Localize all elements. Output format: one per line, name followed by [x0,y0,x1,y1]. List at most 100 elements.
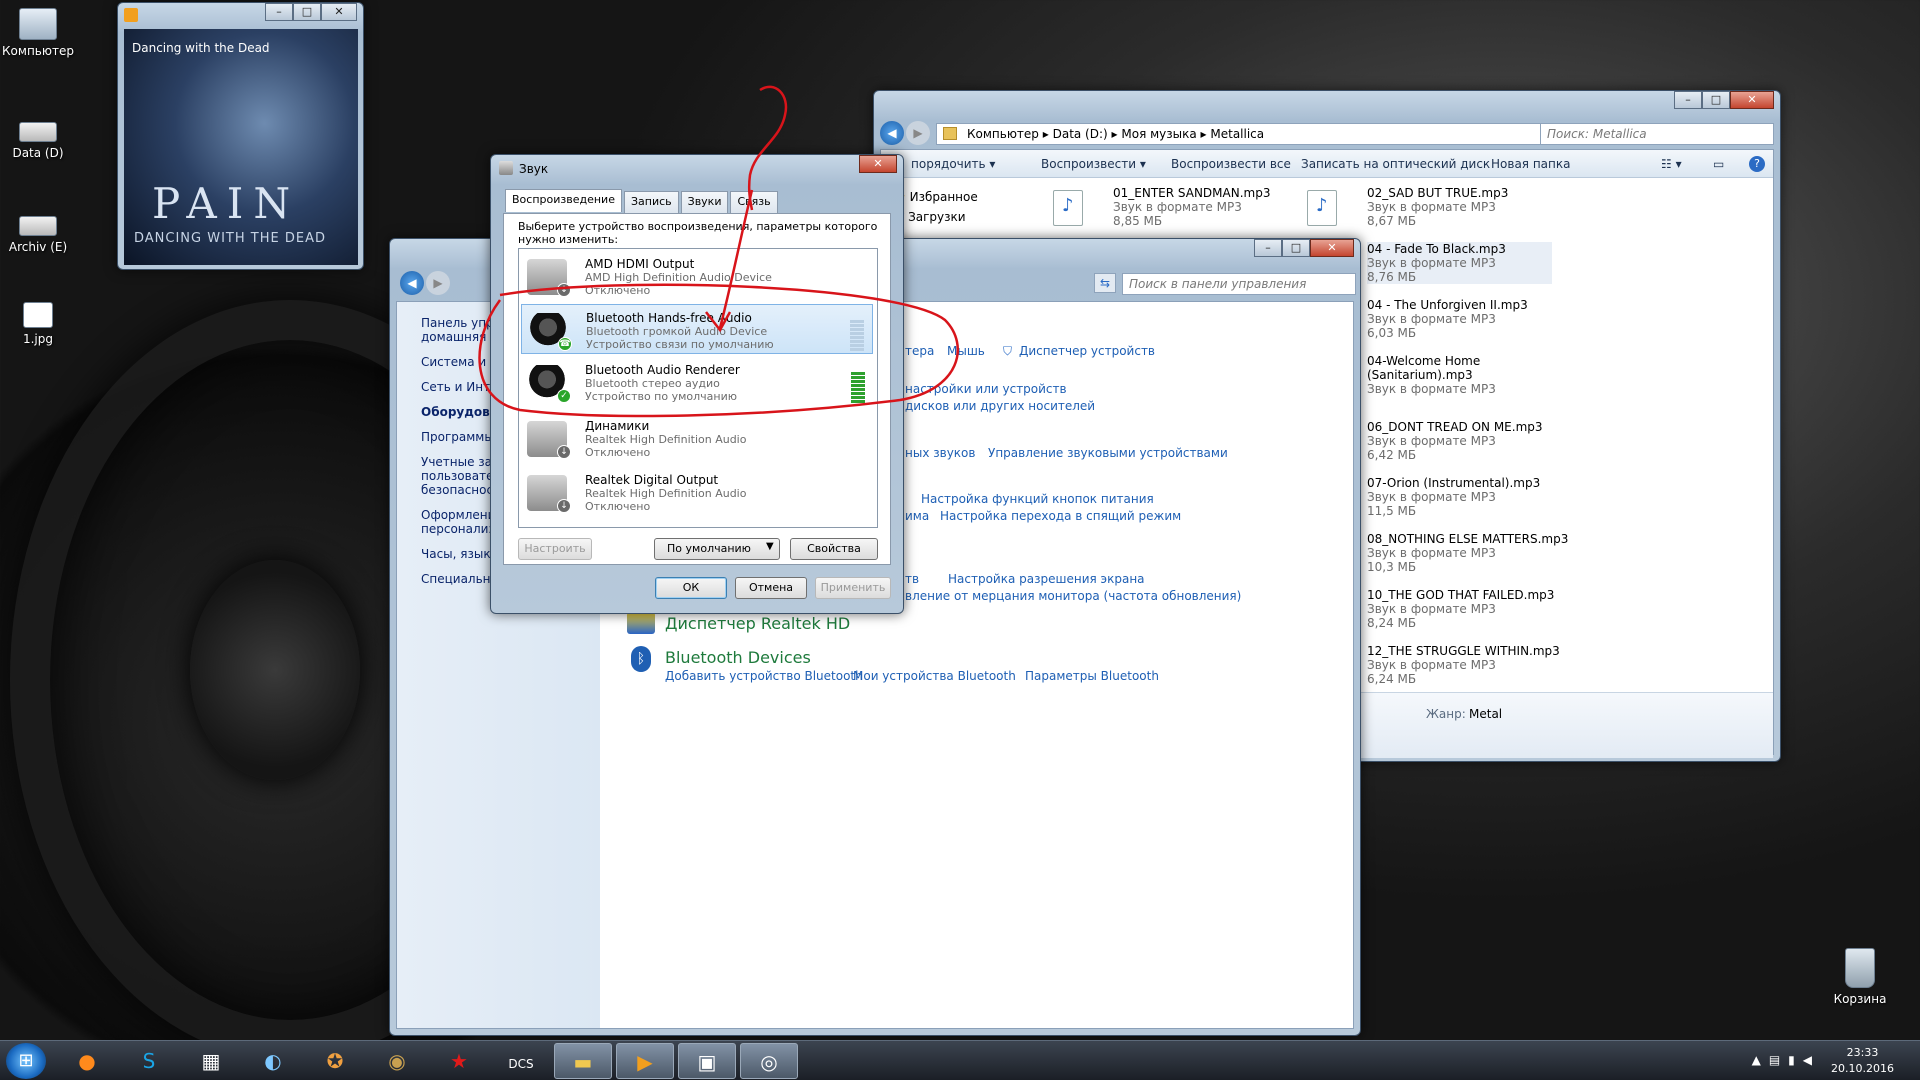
cancel-button[interactable]: Отмена [735,577,807,599]
maximize-button[interactable]: □ [1702,91,1730,109]
minimize-button[interactable]: – [265,3,293,21]
set-default-button[interactable]: По умолчанию [654,538,780,560]
play-all-button[interactable]: Воспроизвести все [1171,157,1291,171]
file-item[interactable]: 10_THE GOD THAT FAILED.mp3 Звук в формат… [1367,588,1554,630]
link-system-sounds[interactable]: ных звуков [905,446,975,460]
link-autoplay[interactable]: дисков или других носителей [905,399,1095,413]
tab-sounds[interactable]: Звуки [680,191,729,214]
media-player-window[interactable]: – □ ✕ Dancing with the Dead PAIN DANCING… [117,2,364,270]
apply-button[interactable]: Применить [815,577,891,599]
back-arrow-icon[interactable]: ◀ [400,271,424,295]
desktop-icon-data-d[interactable]: Data (D) [0,112,76,160]
link-device-manager[interactable]: Диспетчер устройств [1019,344,1155,358]
taskbar-app-5[interactable]: ✪ [306,1043,364,1079]
taskbar-app-6[interactable]: ◉ [368,1043,426,1079]
refresh-icon[interactable]: ⇆ [1094,273,1116,293]
taskbar-firefox[interactable]: ● [58,1043,116,1079]
volume-icon[interactable]: ◀ [1803,1053,1820,1067]
taskbar-control-panel[interactable]: ▣ [678,1043,736,1079]
taskbar-app-3[interactable]: ▦ [182,1043,240,1079]
link-mouse[interactable]: Мышь [947,344,985,358]
back-arrow-icon[interactable]: ◀ [880,121,904,145]
tab-communications[interactable]: Связь [730,191,778,214]
link-power-fragment[interactable]: има [905,509,929,523]
cpanel-search-input[interactable]: Поиск в панели управления [1122,273,1356,295]
nav-downloads[interactable]: ▼ Загрузки [895,210,966,224]
desktop-icon-archiv-e[interactable]: Archiv (E) [0,206,76,254]
breadcrumb-metallica[interactable]: Metallica [1210,127,1264,141]
link-bluetooth-devices[interactable]: Bluetooth Devices [665,648,811,667]
breadcrumb-my-music[interactable]: Моя музыка [1121,127,1196,141]
breadcrumb-data-d[interactable]: Data (D:) [1053,127,1108,141]
breadcrumb-computer[interactable]: Компьютер [967,127,1039,141]
link-bt-params[interactable]: Параметры Bluetooth [1025,669,1159,683]
tab-recording[interactable]: Запись [623,191,679,214]
taskbar-app-7[interactable]: ★ [430,1043,488,1079]
tray-expand-icon[interactable]: ▲ [1752,1053,1769,1067]
link-flicker[interactable]: вление от мерцания монитора (частота обн… [905,589,1241,603]
taskbar-app-8[interactable]: DCS [492,1043,550,1079]
forward-arrow-icon[interactable]: ▶ [426,271,450,295]
taskbar-explorer[interactable]: ▬ [554,1043,612,1079]
network-icon[interactable]: ▮ [1788,1053,1803,1067]
new-folder-button[interactable]: Новая папка [1491,157,1570,171]
link-bt-my-devices[interactable]: Мои устройства Bluetooth [853,669,1016,683]
taskbar-sound[interactable]: ◎ [740,1043,798,1079]
link-sleep[interactable]: Настройка перехода в спящий режим [940,509,1181,523]
address-bar[interactable]: Компьютер ▸ Data (D:) ▸ Моя музыка ▸ Met… [936,123,1564,145]
desktop-icon-computer[interactable]: Компьютер [0,8,76,58]
play-button[interactable]: Воспроизвести ▾ [1041,157,1146,171]
file-item[interactable]: 02_SAD BUT TRUE.mp3 Звук в формате MP3 8… [1367,186,1552,228]
taskbar-media-player[interactable]: ▶ [616,1043,674,1079]
device-item[interactable]: ↓ AMD HDMI Output AMD High Definition Au… [521,251,873,301]
file-item[interactable]: 04-Welcome Home (Sanitarium).mp3 Звук в … [1367,354,1542,396]
help-icon[interactable]: ? [1749,156,1765,172]
link-power-buttons[interactable]: Настройка функций кнопок питания [921,492,1154,506]
device-item-selected[interactable]: ☎ Bluetooth Hands-free Audio Bluetooth г… [521,304,873,354]
language-flag-icon[interactable]: ▤ [1769,1053,1788,1067]
device-item[interactable]: ↓ Realtek Digital Output Realtek High De… [521,467,873,517]
file-item-selected[interactable]: 04 - Fade To Black.mp3 Звук в формате MP… [1367,242,1552,284]
burn-button[interactable]: Записать на оптический диск [1301,157,1490,171]
maximize-button[interactable]: □ [1282,239,1310,257]
chevron-down-icon[interactable]: ▼ [766,541,774,552]
nav-favorites[interactable]: ★ Избранное [895,190,978,204]
desktop-icon-1jpg[interactable]: 1.jpg [0,302,76,346]
file-item[interactable]: 01_ENTER SANDMAN.mp3 Звук в формате MP3 … [1113,186,1298,228]
link-manage-audio[interactable]: Управление звуковыми устройствами [988,446,1228,460]
link-resolution[interactable]: Настройка разрешения экрана [948,572,1145,586]
forward-arrow-icon[interactable]: ▶ [906,121,930,145]
minimize-button[interactable]: – [1254,239,1282,257]
device-item[interactable]: ↓ Динамики Realtek High Definition Audio… [521,413,873,463]
link-realtek-hd[interactable]: Диспетчер Realtek HD [665,614,850,633]
sound-dialog[interactable]: Звук ✕ Воспроизведение Запись Звуки Связ… [490,154,904,614]
tab-playback[interactable]: Воспроизведение [505,189,622,212]
link-printers[interactable]: тера [905,344,934,358]
file-item[interactable]: 12_THE STRUGGLE WITHIN.mp3 Звук в формат… [1367,644,1560,686]
file-item[interactable]: 04 - The Unforgiven II.mp3 Звук в формат… [1367,298,1552,340]
configure-button[interactable]: Настроить [518,538,592,560]
link-display-fragment[interactable]: тв [905,572,919,586]
link-bt-add[interactable]: Добавить устройство Bluetooth [665,669,863,683]
close-button[interactable]: ✕ [1730,91,1774,109]
ok-button[interactable]: ОК [655,577,727,599]
taskbar-skype[interactable]: S [120,1043,178,1079]
properties-button[interactable]: Свойства [790,538,878,560]
device-list[interactable]: ↓ AMD HDMI Output AMD High Definition Au… [518,248,878,528]
organize-button[interactable]: порядочить ▾ [911,157,995,171]
file-item[interactable]: 07-Orion (Instrumental).mp3 Звук в форма… [1367,476,1552,518]
clock[interactable]: 23:33 20.10.2016 [1831,1045,1894,1077]
close-button[interactable]: ✕ [321,3,357,21]
device-item[interactable]: ✓ Bluetooth Audio Renderer Bluetooth сте… [521,357,873,407]
view-options-icon[interactable]: ☷ ▾ [1661,157,1682,171]
minimize-button[interactable]: – [1674,91,1702,109]
explorer-search-input[interactable]: Поиск: Metallica [1540,123,1774,145]
start-button[interactable]: ⊞ [6,1043,46,1079]
desktop-icon-recycle-bin[interactable]: Корзина [1822,948,1898,1006]
file-item[interactable]: 08_NOTHING ELSE MATTERS.mp3 Звук в форма… [1367,532,1568,574]
taskbar-app-4[interactable]: ◐ [244,1043,302,1079]
link-add-device[interactable]: настройки или устройств [905,382,1067,396]
maximize-button[interactable]: □ [293,3,321,21]
close-button[interactable]: ✕ [859,155,897,173]
file-item[interactable]: 06_DONT TREAD ON ME.mp3 Звук в формате M… [1367,420,1552,462]
